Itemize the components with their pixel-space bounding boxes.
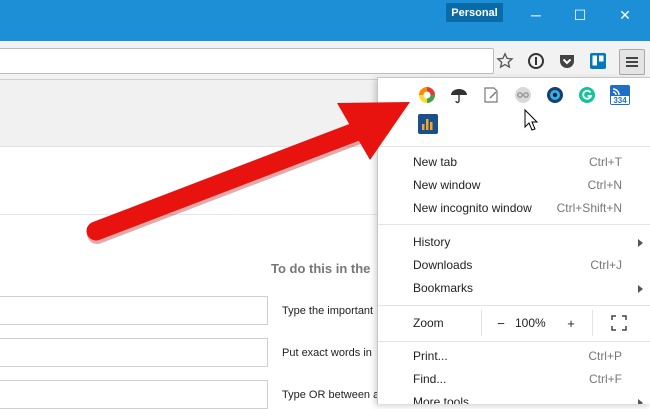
menu-separator xyxy=(378,224,650,225)
zoom-row: Zoom − 100% + xyxy=(378,308,650,338)
menu-item-print[interactable]: Print... Ctrl+P xyxy=(378,345,650,368)
umbrella-icon[interactable] xyxy=(450,86,468,104)
zoom-label: Zoom xyxy=(413,316,444,330)
submenu-arrow-icon xyxy=(638,285,643,293)
minimize-button[interactable]: ─ xyxy=(522,5,550,25)
zoom-value: 100% xyxy=(515,316,546,330)
divider xyxy=(592,310,593,336)
search-field-3[interactable] xyxy=(0,380,268,409)
section-title: To do this in the xyxy=(271,261,371,276)
menu-item-history[interactable]: History xyxy=(378,231,650,254)
browser-toolbar xyxy=(0,41,650,80)
analytics-icon[interactable] xyxy=(418,114,438,134)
pocket-icon[interactable] xyxy=(558,52,576,70)
field-hint-1: Type the important xyxy=(282,305,374,317)
note-icon[interactable] xyxy=(482,86,500,104)
menu-item-downloads[interactable]: Downloads Ctrl+J xyxy=(378,254,650,277)
browser-menu: 334 New tab Ctrl+T New window Ctrl+N New… xyxy=(377,77,650,404)
feed-count: 334 xyxy=(613,96,627,105)
menu-item-new-incognito[interactable]: New incognito window Ctrl+Shift+N xyxy=(378,197,650,220)
window-titlebar: Personal ─ ☐ ✕ xyxy=(0,0,650,41)
maximize-button[interactable]: ☐ xyxy=(566,5,594,25)
menu-separator xyxy=(378,305,650,306)
submenu-arrow-icon xyxy=(638,399,643,404)
address-bar[interactable] xyxy=(0,48,494,74)
menu-item-new-window[interactable]: New window Ctrl+N xyxy=(378,174,650,197)
eye-icon[interactable] xyxy=(546,86,564,104)
colorful-circle-icon[interactable] xyxy=(418,86,436,104)
fullscreen-icon[interactable] xyxy=(600,308,638,338)
zoom-in-button[interactable]: + xyxy=(552,308,590,338)
star-icon[interactable] xyxy=(496,52,514,70)
menu-item-bookmarks[interactable]: Bookmarks xyxy=(378,277,650,300)
field-hint-2: Put exact words in xyxy=(282,347,372,359)
feed-counter-icon[interactable]: 334 xyxy=(610,85,630,105)
trello-icon[interactable] xyxy=(589,52,607,70)
grammarly-icon[interactable] xyxy=(578,86,596,104)
menu-separator xyxy=(378,146,650,147)
menu-item-find[interactable]: Find... Ctrl+F xyxy=(378,368,650,391)
search-field-2[interactable] xyxy=(0,338,268,367)
search-field-1[interactable] xyxy=(0,296,268,325)
menu-item-new-tab[interactable]: New tab Ctrl+T xyxy=(378,151,650,174)
menu-icon[interactable] xyxy=(619,49,645,75)
submenu-arrow-icon xyxy=(638,239,643,247)
close-button[interactable]: ✕ xyxy=(611,5,639,25)
glasses-icon[interactable] xyxy=(514,86,532,104)
info-icon[interactable] xyxy=(527,52,545,70)
field-hint-3: Type OR between al xyxy=(282,389,382,401)
profile-button[interactable]: Personal xyxy=(446,3,503,22)
menu-item-more-tools[interactable]: More tools xyxy=(378,391,650,404)
menu-separator xyxy=(378,341,650,342)
